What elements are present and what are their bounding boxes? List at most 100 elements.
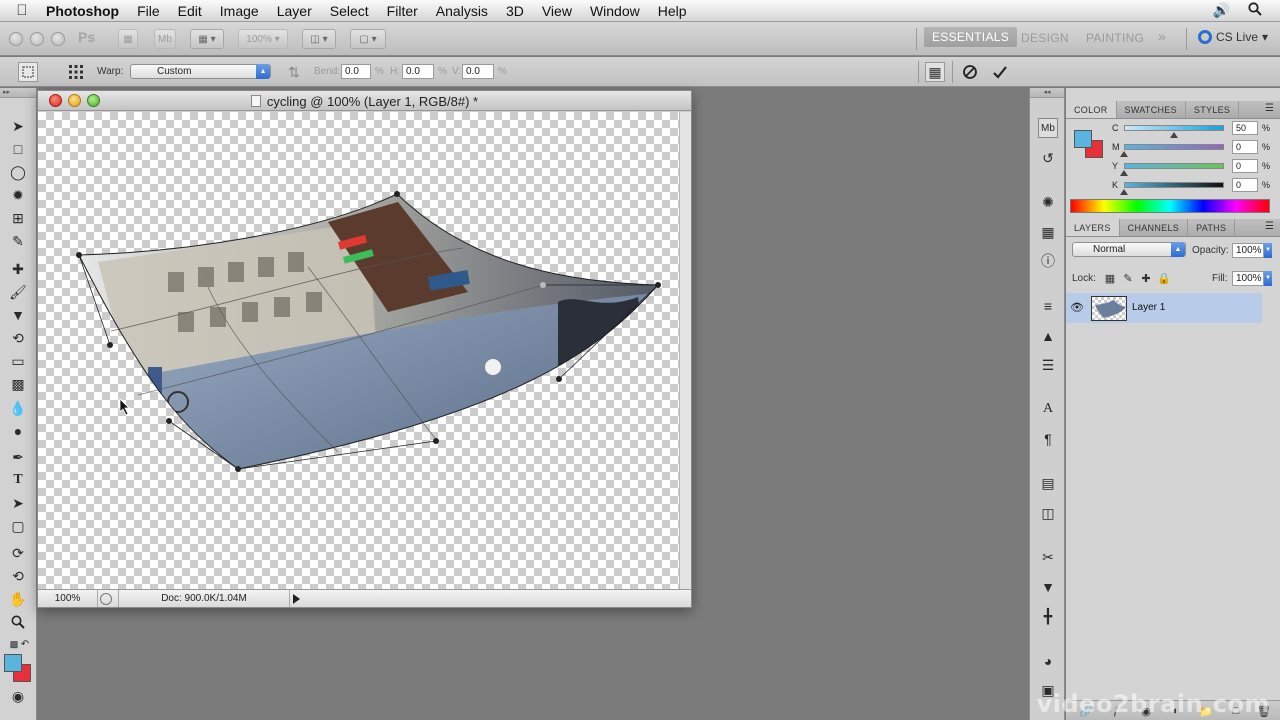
warped-image[interactable] <box>38 112 679 589</box>
menu-file[interactable]: File <box>128 0 169 22</box>
tab-paths[interactable]: PATHS <box>1188 219 1236 236</box>
color-panel-foreground-swatch[interactable] <box>1074 130 1092 148</box>
history-brush-tool-icon[interactable]: ⟲ <box>7 328 29 348</box>
actions-panel-icon[interactable]: ◕ <box>1038 651 1058 671</box>
opacity-field[interactable]: 100% <box>1232 243 1264 258</box>
move-tool-icon[interactable]: ➤ <box>7 116 29 136</box>
tools-panel-grip[interactable]: ▸▸ <box>0 88 36 98</box>
dock-grip[interactable]: ◂◂ <box>1030 88 1064 98</box>
status-zoom-field[interactable]: 100% <box>38 590 98 607</box>
color-panel-menu-icon[interactable]: ☰ <box>1265 103 1274 114</box>
cyan-slider[interactable] <box>1124 125 1224 131</box>
tool-preset-picker-icon[interactable] <box>18 62 38 82</box>
vertical-scrollbar[interactable] <box>679 112 691 589</box>
layers-panel-menu-icon[interactable]: ☰ <box>1265 221 1274 232</box>
menu-image[interactable]: Image <box>211 0 268 22</box>
commit-transform-icon[interactable] <box>990 62 1010 82</box>
menu-analysis[interactable]: Analysis <box>427 0 497 22</box>
more-workspaces-icon[interactable]: » <box>1158 28 1166 44</box>
history-panel-icon[interactable]: ↺ <box>1038 148 1058 168</box>
layer-comps-icon[interactable]: ◫ <box>1038 503 1058 523</box>
path-selection-tool-icon[interactable]: ➤ <box>7 493 29 513</box>
spot-healing-tool-icon[interactable]: ✚ <box>7 259 29 279</box>
volume-icon[interactable]: 🔊 <box>1213 2 1230 19</box>
masks-icon[interactable]: ▼ <box>1038 577 1058 597</box>
lock-all-icon[interactable]: 🔒 <box>1154 268 1174 288</box>
3d-orbit-tool-icon[interactable]: ⟲ <box>7 566 29 586</box>
magenta-value-field[interactable]: 0 <box>1232 140 1258 154</box>
menu-layer[interactable]: Layer <box>268 0 321 22</box>
black-value-field[interactable]: 0 <box>1232 178 1258 192</box>
change-warp-orientation-icon[interactable]: ⇅ <box>284 62 304 82</box>
warp-mode-toggle-icon[interactable]: ▦ <box>925 62 945 82</box>
dodge-tool-icon[interactable]: ● <box>7 421 29 441</box>
tab-color[interactable]: COLOR <box>1066 101 1117 118</box>
tab-styles[interactable]: STYLES <box>1186 101 1240 118</box>
navigator-icon[interactable]: ✺ <box>1038 192 1058 212</box>
arrange-documents-button[interactable]: ◫ ▾ <box>302 29 336 49</box>
black-slider-thumb[interactable] <box>1120 189 1128 195</box>
menu-window[interactable]: Window <box>581 0 649 22</box>
launch-mini-bridge-button[interactable]: Mb <box>154 29 176 49</box>
cancel-transform-icon[interactable] <box>960 62 980 82</box>
menu-view[interactable]: View <box>533 0 581 22</box>
swap-colors-icon[interactable]: ↶ <box>14 634 36 654</box>
document-title-bar[interactable]: cycling @ 100% (Layer 1, RGB/8#) * <box>38 91 691 111</box>
window-close-dim-icon[interactable] <box>9 32 23 46</box>
clone-stamp-tool-icon[interactable]: ▼ <box>7 305 29 325</box>
spotlight-search-icon[interactable] <box>1248 2 1262 19</box>
apple-icon[interactable]:  <box>0 2 44 19</box>
info-panel-icon[interactable]: ⓘ <box>1038 251 1058 271</box>
yellow-value-field[interactable]: 0 <box>1232 159 1258 173</box>
marquee-tool-icon[interactable]: □ <box>7 139 29 159</box>
lasso-tool-icon[interactable]: ◯ <box>7 162 29 182</box>
eyedropper-tool-icon[interactable]: ✎ <box>7 231 29 251</box>
quick-mask-icon[interactable]: ◉ <box>7 686 29 706</box>
brush-tool-icon[interactable]: 🖌 <box>7 282 29 302</box>
bend-field[interactable]: 0.0 <box>341 64 371 79</box>
3d-rotate-tool-icon[interactable]: ⟳ <box>7 543 29 563</box>
quick-selection-tool-icon[interactable]: ✹ <box>7 185 29 205</box>
paragraph-panel-icon[interactable]: ¶ <box>1038 429 1058 449</box>
menu-app-photoshop[interactable]: Photoshop <box>44 0 128 22</box>
black-slider[interactable] <box>1124 182 1224 188</box>
mini-bridge-icon[interactable]: Mb <box>1038 118 1058 138</box>
eraser-tool-icon[interactable]: ▭ <box>7 351 29 371</box>
notes-panel-icon[interactable]: ▤ <box>1038 473 1058 493</box>
workspace-painting-tab[interactable]: PAINTING <box>1086 31 1144 45</box>
document-canvas[interactable] <box>38 112 679 589</box>
layer-visibility-eye-icon[interactable]: 👁 <box>1070 301 1084 314</box>
screen-mode-button[interactable]: ▢ ▾ <box>350 29 386 49</box>
workspace-essentials-tab[interactable]: ESSENTIALS <box>924 27 1018 47</box>
rectangle-tool-icon[interactable]: ▢ <box>7 516 29 536</box>
foreground-color-swatch[interactable] <box>4 654 22 672</box>
character-panel-icon[interactable]: A <box>1038 399 1058 419</box>
window-minimize-dim-icon[interactable] <box>30 32 44 46</box>
cs-live-button[interactable]: CS Live ▾ <box>1198 30 1268 44</box>
pen-tool-icon[interactable]: ✒ <box>7 447 29 467</box>
cyan-value-field[interactable]: 50 <box>1232 121 1258 135</box>
menu-edit[interactable]: Edit <box>169 0 211 22</box>
layer-row[interactable]: 👁 Layer 1 <box>1066 293 1262 323</box>
3d-panel-icon[interactable]: ╋ <box>1038 606 1058 626</box>
brush-presets-icon[interactable]: ≡ <box>1038 296 1058 316</box>
adjustments-icon[interactable]: ✂ <box>1038 547 1058 567</box>
lock-transparent-pixels-icon[interactable]: ▦ <box>1100 268 1120 288</box>
lock-position-icon[interactable]: ✚ <box>1136 268 1156 288</box>
lock-image-pixels-icon[interactable]: ✎ <box>1118 268 1138 288</box>
tab-layers[interactable]: LAYERS <box>1066 219 1120 236</box>
type-tool-icon[interactable]: T <box>7 470 29 490</box>
tab-swatches[interactable]: SWATCHES <box>1117 101 1186 118</box>
crop-tool-icon[interactable]: ⊞ <box>7 208 29 228</box>
gradient-tool-icon[interactable]: ▩ <box>7 374 29 394</box>
status-menu-arrow-icon[interactable] <box>293 594 300 604</box>
tool-presets-icon[interactable]: ☰ <box>1038 355 1058 375</box>
fill-field[interactable]: 100% <box>1232 271 1264 286</box>
launch-bridge-button[interactable]: ▦ <box>118 29 138 49</box>
zoom-level-select[interactable]: 100% ▾ <box>238 29 288 49</box>
opacity-slider-arrow-icon[interactable]: ▼ <box>1264 243 1272 258</box>
hand-tool-icon[interactable]: ✋ <box>7 589 29 609</box>
v-field[interactable]: 0.0 <box>462 64 494 79</box>
magenta-slider-thumb[interactable] <box>1120 151 1128 157</box>
reference-point-icon[interactable] <box>66 62 86 82</box>
